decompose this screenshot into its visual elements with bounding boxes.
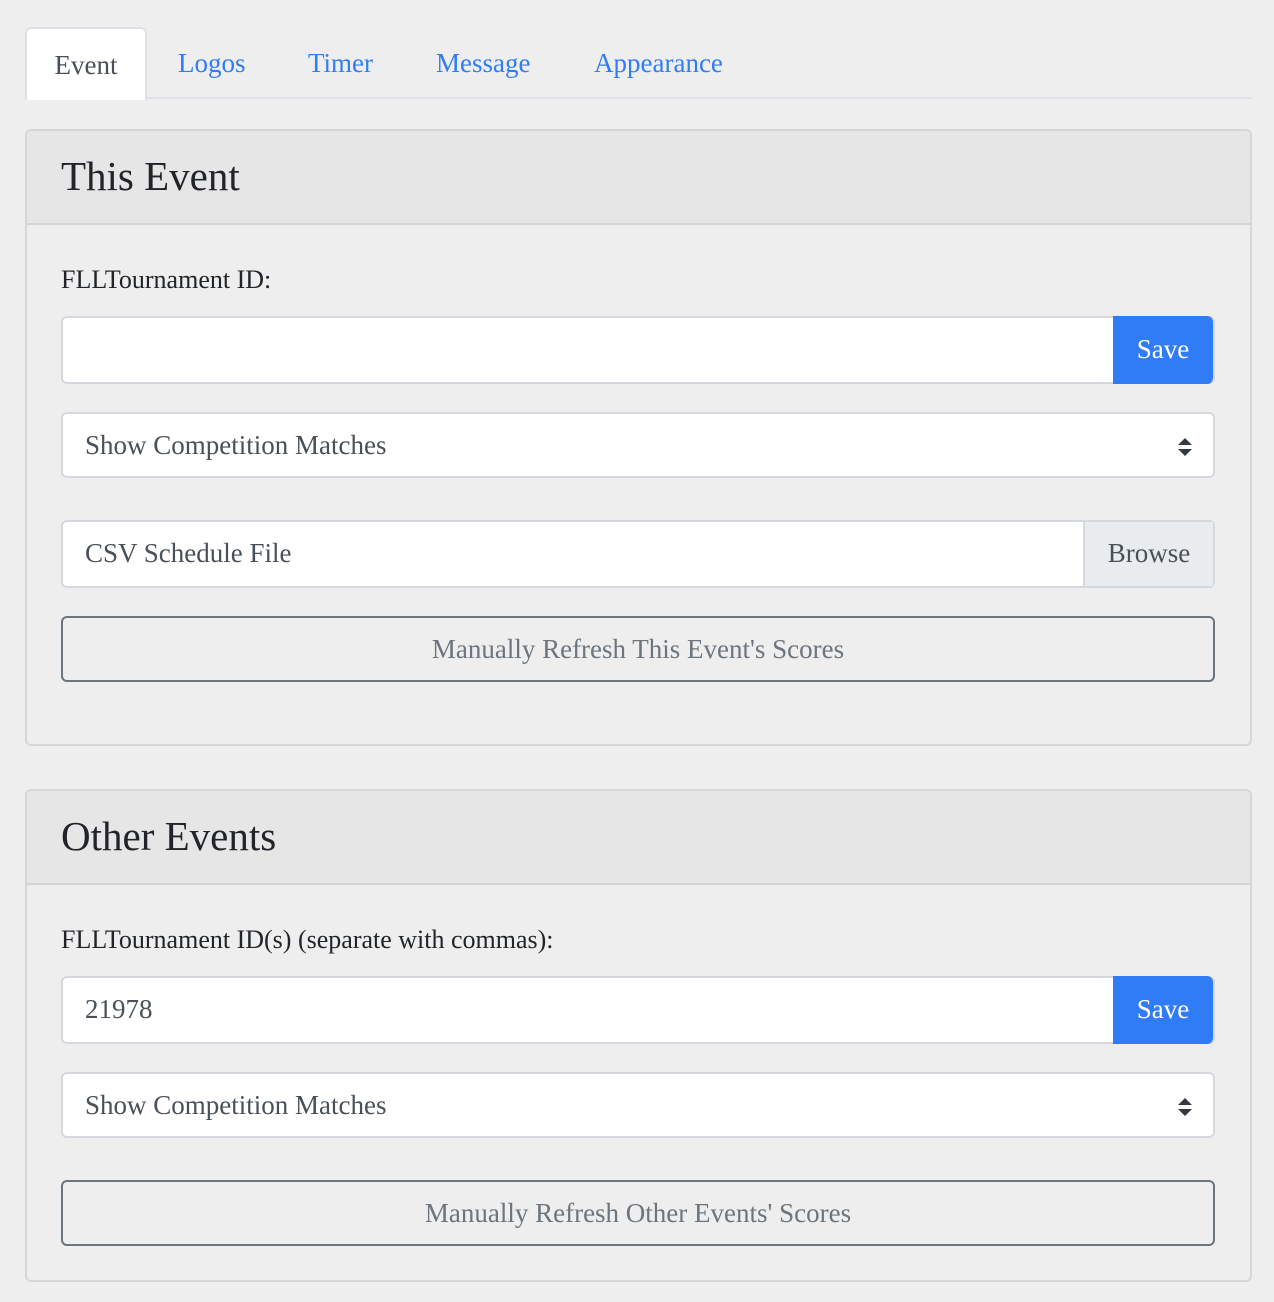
select-value: Show Competition Matches: [85, 430, 387, 460]
this-event-card: This Event FLLTournament ID: Save Show C…: [25, 129, 1252, 746]
tab-logos[interactable]: Logos: [178, 27, 246, 100]
save-button[interactable]: Save: [1113, 976, 1213, 1044]
tab-bar: Event Logos Timer Message Appearance: [25, 27, 1252, 100]
other-events-card: Other Events FLLTournament ID(s) (separa…: [25, 789, 1252, 1282]
tournament-ids-label: FLLTournament ID(s) (separate with comma…: [61, 925, 554, 954]
tournament-id-label: FLLTournament ID:: [61, 265, 272, 294]
browse-button[interactable]: Browse: [1083, 522, 1213, 586]
tournament-id-input[interactable]: Save: [61, 316, 1215, 384]
card-title: Other Events: [27, 791, 1250, 885]
refresh-other-events-button[interactable]: Manually Refresh Other Events' Scores: [61, 1180, 1215, 1246]
csv-file-input[interactable]: CSV Schedule File Browse: [61, 520, 1215, 588]
tournament-ids-input[interactable]: 21978 Save: [61, 976, 1215, 1044]
tab-timer[interactable]: Timer: [308, 27, 373, 100]
select-value: Show Competition Matches: [85, 1090, 387, 1120]
file-placeholder: CSV Schedule File: [85, 538, 292, 568]
sort-arrows-icon: [1178, 438, 1192, 456]
tab-appearance[interactable]: Appearance: [594, 27, 723, 100]
save-button[interactable]: Save: [1113, 316, 1213, 384]
sort-arrows-icon: [1178, 1098, 1192, 1116]
tournament-ids-value: 21978: [85, 994, 153, 1024]
match-type-select[interactable]: Show Competition Matches: [61, 412, 1215, 478]
tab-event[interactable]: Event: [25, 27, 147, 100]
refresh-this-event-button[interactable]: Manually Refresh This Event's Scores: [61, 616, 1215, 682]
match-type-select[interactable]: Show Competition Matches: [61, 1072, 1215, 1138]
card-title: This Event: [27, 131, 1250, 225]
tab-message[interactable]: Message: [436, 27, 530, 100]
